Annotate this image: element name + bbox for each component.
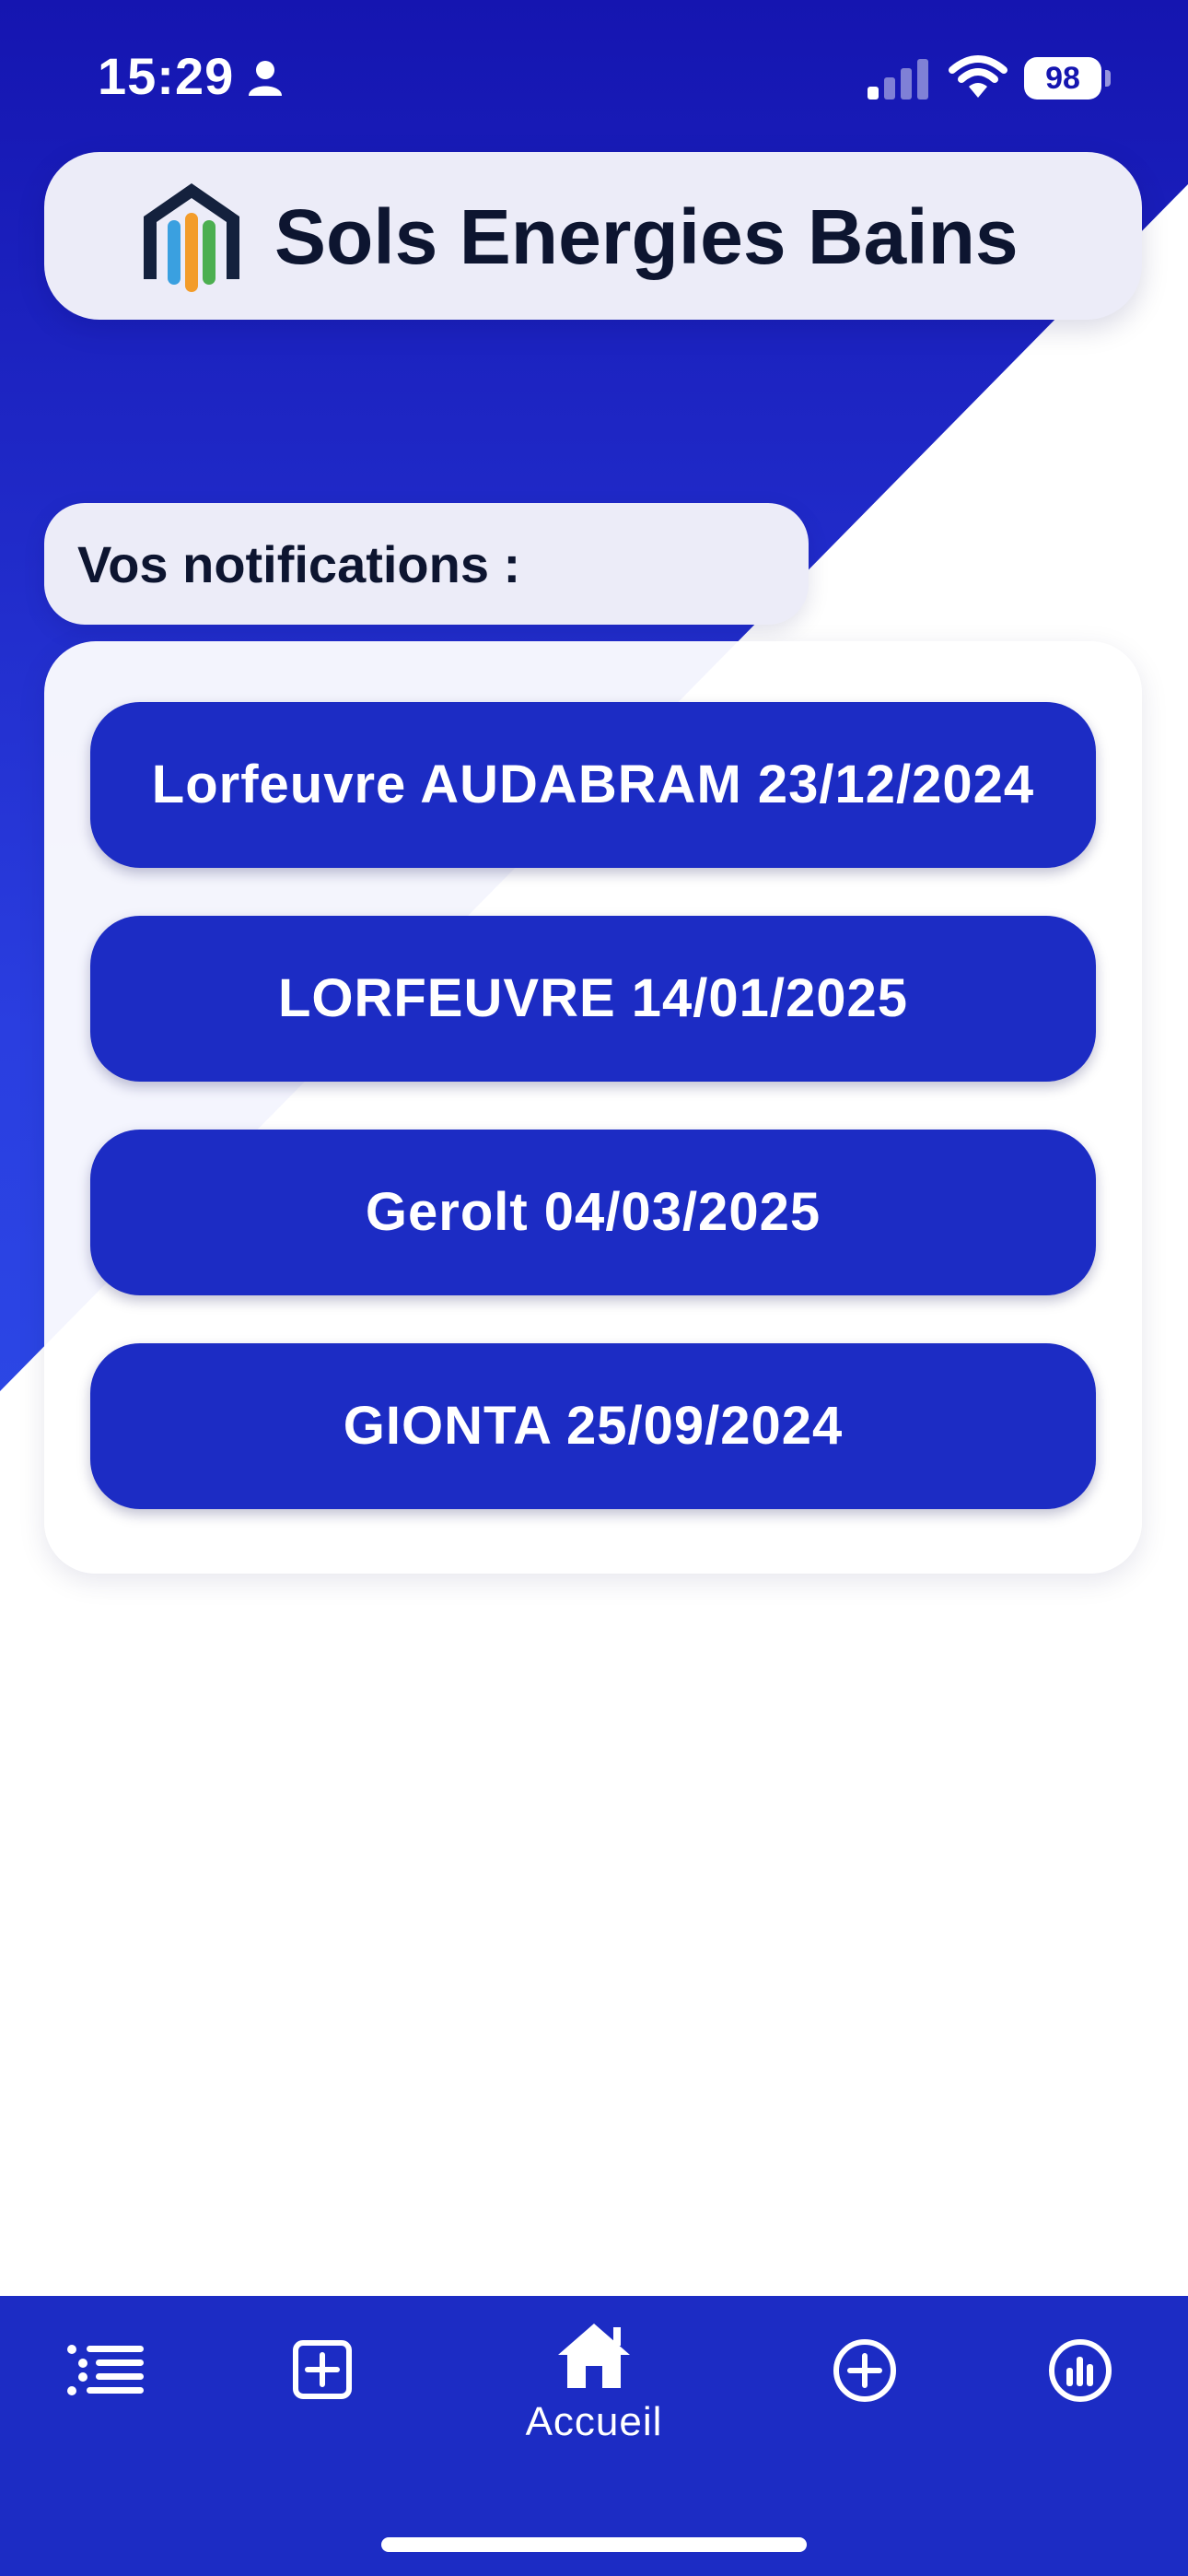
status-time: 15:29 (98, 47, 235, 105)
add-square-icon[interactable] (293, 2340, 352, 2399)
notifications-card: Lorfeuvre AUDABRAM 23/12/2024 LORFEUVRE … (44, 641, 1142, 1574)
battery-indicator: 98 (1024, 57, 1101, 100)
signal-icon (868, 59, 928, 100)
list-icon[interactable] (66, 2344, 147, 2397)
logo-icon (144, 183, 239, 292)
wifi-icon (949, 55, 1007, 98)
person-icon (249, 61, 282, 96)
notification-button[interactable]: GIONTA 25/09/2024 (90, 1343, 1096, 1509)
notifications-label: Vos notifications : (77, 535, 521, 593)
app-header: Sols Energies Bains (44, 152, 1142, 320)
app-title: Sols Energies Bains (274, 193, 1019, 280)
home-indicator (381, 2537, 807, 2552)
stats-icon[interactable] (1048, 2338, 1112, 2403)
notifications-header: Vos notifications : (44, 503, 809, 625)
bottom-tab-bar: Accueil (0, 2296, 1188, 2576)
status-bar: 15:29 98 (0, 0, 1188, 157)
notification-button[interactable]: Lorfeuvre AUDABRAM 23/12/2024 (90, 702, 1096, 868)
tab-label-accueil[interactable]: Accueil (519, 2399, 669, 2445)
battery-nub (1105, 70, 1111, 87)
notification-button[interactable]: LORFEUVRE 14/01/2025 (90, 916, 1096, 1082)
notification-button[interactable]: Gerolt 04/03/2025 (90, 1130, 1096, 1295)
add-circle-icon[interactable] (833, 2338, 897, 2403)
home-icon[interactable] (554, 2320, 634, 2392)
